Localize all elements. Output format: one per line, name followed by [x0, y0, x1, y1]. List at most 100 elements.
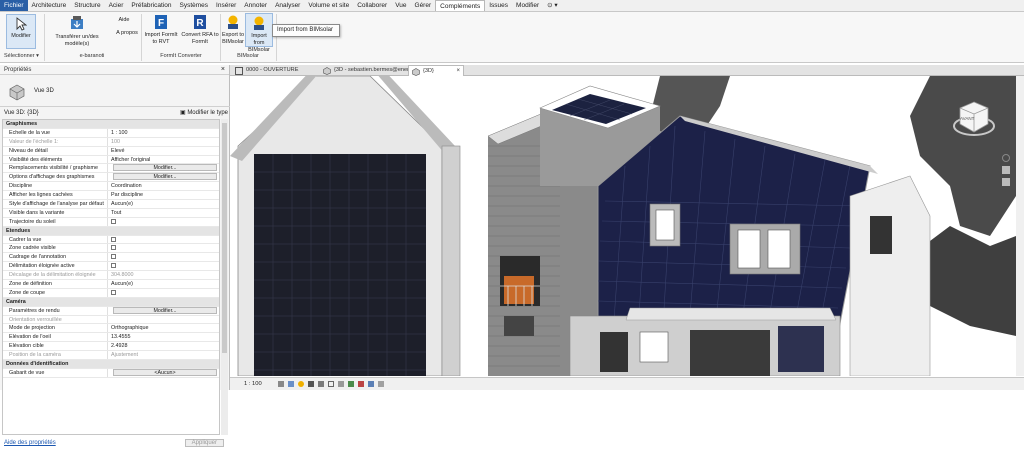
property-value[interactable]: Elevé: [108, 147, 219, 155]
view-controls-icons[interactable]: [278, 381, 384, 387]
viewport-scrollbar[interactable]: [1016, 76, 1024, 376]
shadows-icon[interactable]: [308, 381, 314, 387]
property-value[interactable]: 13.4555: [108, 333, 219, 341]
menu-systemes[interactable]: Systèmes: [176, 0, 213, 11]
help-button[interactable]: Aide: [112, 17, 136, 24]
ebaranoti-group-label: e-baranoti: [79, 53, 105, 59]
property-name: Elévation de l'oeil: [3, 333, 108, 342]
apply-button[interactable]: Appliquer: [184, 439, 224, 447]
sun-path-icon[interactable]: [298, 381, 304, 387]
render-icon[interactable]: [318, 381, 324, 387]
property-value[interactable]: Modifier...: [108, 306, 219, 315]
menu-fichier[interactable]: Fichier: [0, 0, 28, 11]
property-row: Remplacements visibilité / graphisme Modi…: [3, 164, 219, 174]
select-dropdown[interactable]: Sélectionner ▾: [4, 53, 44, 59]
detail-level-icon[interactable]: [278, 381, 284, 387]
convert-rfa-button[interactable]: R Convert RFA to FormIt: [181, 14, 219, 46]
menu-inserer[interactable]: Insérer: [212, 0, 240, 11]
property-value[interactable]: [108, 236, 219, 244]
property-value[interactable]: 1 : 100: [108, 129, 219, 137]
property-edit-button[interactable]: <Aucun>: [113, 368, 217, 376]
menu-analyser[interactable]: Analyser: [271, 0, 304, 11]
about-button[interactable]: A propos: [112, 30, 142, 37]
tab-ouverture[interactable]: 0000 - OUVERTURE: [232, 65, 318, 76]
import-formit-button[interactable]: F Import FormIt to RVT: [143, 14, 179, 46]
property-name: Orientation verrouillée: [3, 315, 108, 324]
property-value[interactable]: Aucun(e): [108, 200, 219, 208]
modify-button[interactable]: Modifier: [6, 14, 36, 49]
reveal-icon[interactable]: [358, 381, 364, 387]
import-bimsolar-button[interactable]: Import from BIMsolar: [245, 13, 273, 53]
property-value[interactable]: Coordination: [108, 182, 219, 190]
property-row: Echelle de la vue 1 : 100: [3, 128, 219, 138]
properties-help-link[interactable]: Aide des propriétés: [4, 437, 56, 449]
edit-type-button[interactable]: ▣ Modifier le type: [180, 108, 228, 118]
property-name: Niveau de détail: [3, 146, 108, 155]
property-row: Elévation cible 2.4928: [3, 342, 219, 352]
menu-vue[interactable]: Vue: [391, 0, 410, 11]
constraints-icon[interactable]: [378, 381, 384, 387]
tab-3d[interactable]: {3D} ×: [408, 65, 464, 76]
property-row: Délimitation éloignée active: [3, 262, 219, 272]
property-value[interactable]: Orthographique: [108, 324, 219, 332]
property-checkbox[interactable]: [111, 218, 116, 224]
menu-acier[interactable]: Acier: [105, 0, 128, 11]
property-value[interactable]: [108, 253, 219, 261]
menu-architecture[interactable]: Architecture: [28, 0, 71, 11]
property-value[interactable]: Aucun(e): [108, 280, 219, 288]
export-bimsolar-label: Export to BIMsolar: [222, 32, 245, 45]
property-checkbox[interactable]: [111, 236, 116, 242]
property-checkbox[interactable]: [111, 254, 116, 260]
menu-complements[interactable]: Compléments: [435, 0, 486, 11]
hide-icon[interactable]: [348, 381, 354, 387]
transfer-models-button[interactable]: Transférer un/des modèle(s): [46, 14, 108, 48]
menu-volume-et-site[interactable]: Volume et site: [304, 0, 353, 11]
type-selector[interactable]: Vue 3D: {3D}: [4, 108, 39, 118]
3d-viewport[interactable]: AVANT: [230, 76, 1016, 376]
property-value[interactable]: Afficher l'original: [108, 156, 219, 164]
menu-annoter[interactable]: Annoter: [240, 0, 271, 11]
menu-issues[interactable]: Issues: [485, 0, 512, 11]
property-edit-button[interactable]: Modifier...: [113, 164, 217, 172]
pan-icon[interactable]: [1002, 166, 1010, 174]
menu-structure[interactable]: Structure: [70, 0, 104, 11]
property-value[interactable]: [108, 244, 219, 252]
property-checkbox[interactable]: [111, 263, 116, 269]
property-value[interactable]: Tout: [108, 209, 219, 217]
visual-style-icon[interactable]: [288, 381, 294, 387]
property-edit-button[interactable]: Modifier...: [113, 306, 217, 314]
property-value[interactable]: [108, 262, 219, 270]
property-value[interactable]: Modifier...: [108, 173, 219, 181]
svg-text:R: R: [196, 18, 204, 29]
crop-icon[interactable]: [328, 381, 334, 387]
lock-icon[interactable]: [338, 381, 344, 387]
property-name: Cadrer la vue: [3, 235, 108, 244]
property-edit-button[interactable]: Modifier...: [113, 173, 217, 181]
property-value[interactable]: [108, 289, 219, 297]
quick-access-icon[interactable]: ⊙ ▾: [543, 0, 562, 11]
view-scale[interactable]: 1 : 100: [244, 378, 262, 390]
dormer-window: [655, 209, 675, 241]
property-value[interactable]: [108, 218, 219, 226]
property-checkbox[interactable]: [111, 289, 116, 295]
property-value[interactable]: <Aucun>: [108, 368, 219, 377]
viewcube[interactable]: AVANT: [952, 96, 996, 140]
menu-modifier[interactable]: Modifier: [512, 0, 543, 11]
export-bimsolar-button[interactable]: Export to BIMsolar: [222, 14, 244, 46]
close-icon[interactable]: ×: [221, 65, 225, 75]
menu-gerer[interactable]: Gérer: [411, 0, 436, 11]
property-value[interactable]: Par discipline: [108, 191, 219, 199]
zoom-icon[interactable]: [1002, 178, 1010, 186]
property-checkbox[interactable]: [111, 245, 116, 251]
properties-scrollbar[interactable]: [221, 119, 228, 435]
property-value[interactable]: Modifier...: [108, 164, 219, 172]
property-value[interactable]: 2.4928: [108, 342, 219, 350]
scroll-thumb[interactable]: [222, 123, 227, 353]
steering-wheel-icon[interactable]: [1002, 154, 1010, 162]
navigation-bar[interactable]: [1002, 154, 1012, 194]
menu-collaborer[interactable]: Collaborer: [353, 0, 391, 11]
menu-prefabrication[interactable]: Préfabrication: [127, 0, 175, 11]
property-row: Style d'affichage de l'analyse par défau…: [3, 200, 219, 209]
analysis-icon[interactable]: [368, 381, 374, 387]
property-value: Ajustement: [111, 352, 138, 359]
